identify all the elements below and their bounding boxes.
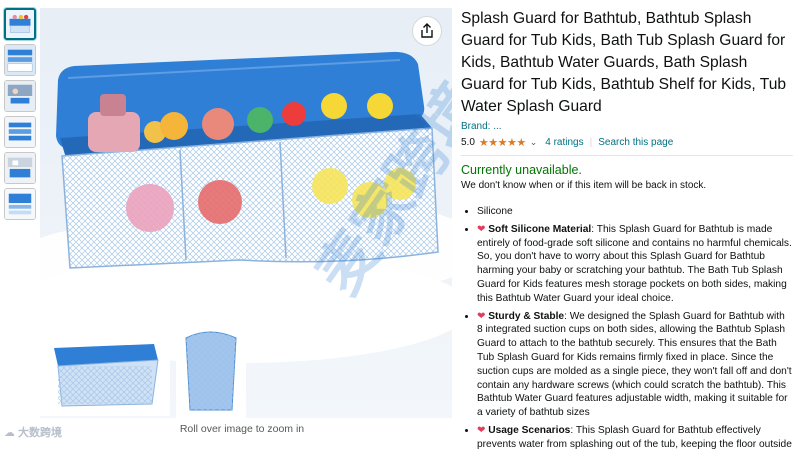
zoom-hint: Roll over image to zoom in (179, 423, 305, 435)
watermark-logo: ☁ 大数跨境 (4, 424, 62, 440)
search-this-page-link[interactable]: Search this page (598, 137, 673, 148)
thumbnail-strip (4, 8, 38, 224)
thumbnail-5[interactable] (4, 152, 36, 184)
thumbnail-4[interactable] (4, 116, 36, 148)
rating-row: 5.0 ★★★★★ ⌄ 4 ratings | Search this page (461, 134, 793, 150)
bullet-text: Silicone (477, 206, 513, 217)
brand-link[interactable]: Brand: ... (461, 121, 793, 133)
main-product-image[interactable]: 麦家跨境 (40, 8, 452, 418)
watermark-text: 大数跨境 (18, 427, 62, 439)
share-icon (421, 23, 433, 38)
bullet-item: ❤ Soft Silicone Material: This Splash Gu… (477, 223, 793, 306)
thumbnail-3[interactable] (4, 80, 36, 112)
bullet-item: Silicone (477, 205, 793, 219)
chevron-down-icon[interactable]: ⌄ (530, 137, 538, 148)
heart-icon: ❤ (477, 424, 486, 436)
ratings-count-link[interactable]: 4 ratings (545, 137, 583, 148)
bullet-item: ❤ Sturdy & Stable: We designed the Splas… (477, 310, 793, 420)
heart-icon: ❤ (477, 310, 486, 322)
share-button[interactable] (412, 16, 442, 46)
divider (461, 155, 793, 156)
bullet-text: : We designed the Splash Guard for Batht… (477, 310, 792, 419)
bullet-heading: Soft Silicone Material (488, 223, 592, 235)
bullet-item: ❤ Usage Scenarios: This Splash Guard for… (477, 424, 793, 450)
availability-note: We don't know when or if this item will … (461, 180, 707, 191)
feature-bullets: Silicone ❤ Soft Silicone Material: This … (477, 205, 793, 450)
thumbnail-2[interactable] (4, 44, 36, 76)
star-rating-icon[interactable]: ★★★★★ (479, 136, 526, 149)
separator: | (589, 136, 593, 148)
availability-status: Currently unavailable. (461, 163, 582, 177)
bullet-text: : This Splash Guard for Bathtub is made … (477, 223, 792, 304)
product-info: Splash Guard for Bathtub, Bathtub Splash… (461, 8, 793, 450)
heart-icon: ❤ (477, 223, 486, 235)
bullet-heading: Sturdy & Stable (488, 310, 565, 322)
product-title: Splash Guard for Bathtub, Bathtub Splash… (461, 10, 787, 115)
bullet-heading: Usage Scenarios (488, 424, 571, 436)
watermark-icon: ☁ (4, 426, 15, 439)
rating-value: 5.0 (461, 136, 475, 148)
thumbnail-1[interactable] (4, 8, 36, 40)
thumbnail-6[interactable] (4, 188, 36, 220)
